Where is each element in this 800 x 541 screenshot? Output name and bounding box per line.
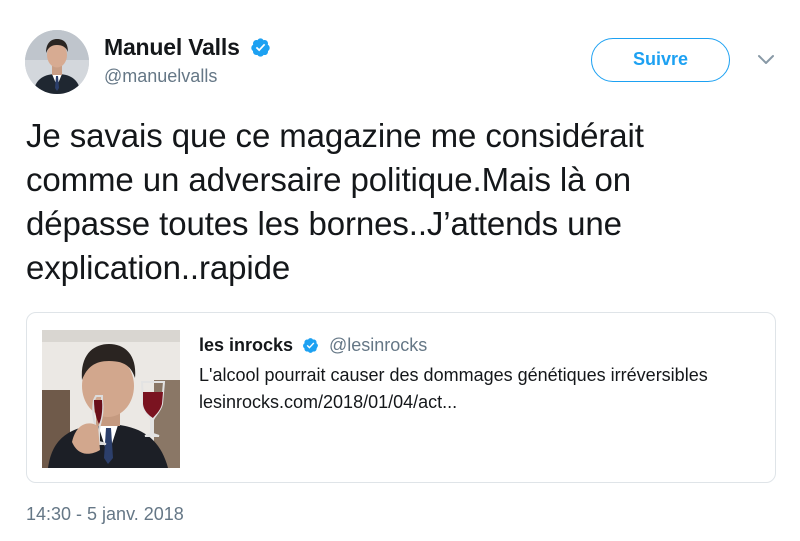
quoted-tweet-headline: L'alcool pourrait causer des dommages gé… (199, 365, 708, 385)
quoted-author-handle[interactable]: @lesinrocks (329, 335, 427, 356)
author-display-name[interactable]: Manuel Valls (104, 34, 240, 61)
tweet-card: Manuel Valls @manuelvalls Suivre Je sava… (0, 0, 800, 541)
quoted-tweet-card[interactable]: les inrocks @lesinrocks L'alcool pourrai… (26, 312, 776, 483)
tweet-text: Je savais que ce magazine me considérait… (26, 117, 644, 286)
profile-photo (25, 30, 89, 94)
author-handle[interactable]: @manuelvalls (104, 66, 271, 87)
quoted-tweet-header: les inrocks @lesinrocks (199, 335, 427, 356)
quoted-tweet-image (42, 330, 180, 468)
follow-button[interactable]: Suivre (591, 38, 730, 82)
verified-badge-icon (251, 38, 270, 57)
tweet-timestamp[interactable]: 14:30 - 5 janv. 2018 (26, 504, 184, 525)
quoted-tweet-link[interactable]: lesinrocks.com/2018/01/04/act... (199, 389, 759, 416)
chevron-down-icon[interactable] (756, 52, 776, 66)
author-info: Manuel Valls @manuelvalls (104, 34, 271, 87)
verified-badge-icon (302, 338, 318, 353)
quoted-author-name[interactable]: les inrocks (199, 335, 293, 356)
author-avatar[interactable] (25, 30, 89, 94)
man-drinking-wine-photo (42, 330, 180, 468)
quoted-tweet-text: L'alcool pourrait causer des dommages gé… (199, 362, 759, 416)
